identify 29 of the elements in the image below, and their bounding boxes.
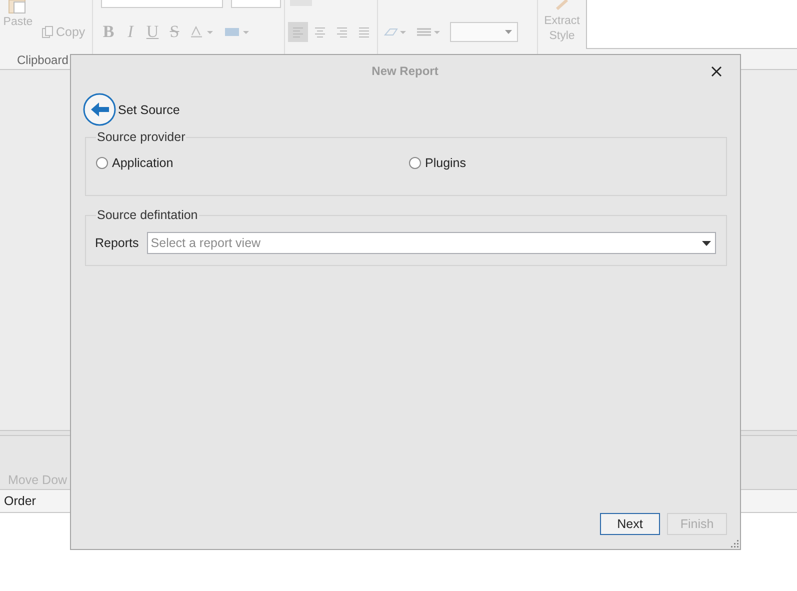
- extract-style-button[interactable]: Extract Style: [542, 14, 582, 44]
- group-title: Source provider: [96, 130, 186, 144]
- format-button[interactable]: U: [145, 22, 160, 42]
- group-label: Clipboard: [17, 53, 68, 67]
- close-button[interactable]: [709, 64, 724, 79]
- back-icon[interactable]: [83, 93, 116, 126]
- resize-grip-icon[interactable]: [731, 540, 739, 548]
- field-label: Reports: [95, 236, 139, 250]
- format-button[interactable]: I: [123, 22, 138, 42]
- dialog-title: New Report: [372, 64, 438, 78]
- radio-option[interactable]: Application: [96, 156, 409, 170]
- caret-icon[interactable]: [702, 241, 711, 246]
- paste-button[interactable]: Paste: [3, 16, 33, 28]
- highlight-icon[interactable]: [224, 26, 252, 38]
- report-dropdown[interactable]: Select a report view: [146, 232, 716, 254]
- font-name-field[interactable]: [101, 0, 223, 8]
- format-button[interactable]: S: [167, 22, 182, 42]
- align-icon[interactable]: [288, 22, 308, 42]
- clipboard-icon[interactable]: [8, 0, 28, 14]
- font-size-field[interactable]: [231, 0, 281, 8]
- radio-option[interactable]: Plugins: [409, 156, 466, 170]
- copy-icon[interactable]: [42, 26, 53, 38]
- group-title: Source defintation: [96, 208, 199, 222]
- format-button[interactable]: B: [101, 22, 116, 42]
- style-dropdown[interactable]: [450, 22, 518, 42]
- copy-button[interactable]: Copy: [56, 25, 86, 39]
- step-title: Set Source: [118, 102, 180, 116]
- brush-icon[interactable]: [555, 0, 569, 10]
- next-button[interactable]: Next: [600, 513, 660, 535]
